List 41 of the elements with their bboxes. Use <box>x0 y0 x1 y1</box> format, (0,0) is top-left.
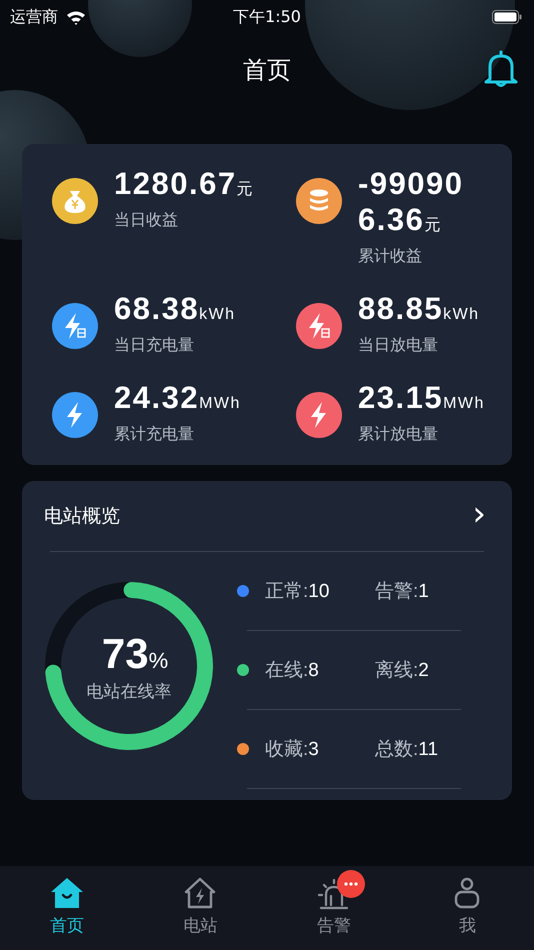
coin-stack-icon <box>296 178 342 224</box>
stat-count: 总数:11 <box>375 738 438 762</box>
stat-count: 收藏:3 <box>264 738 320 762</box>
house-lightning-icon <box>183 876 218 910</box>
stat-value: 23.15 MWh <box>358 380 486 417</box>
stat-label: 累计收益 <box>358 246 423 267</box>
siren-icon <box>316 876 351 910</box>
bell-icon[interactable] <box>484 50 518 88</box>
stat-value: 68.38kWh <box>114 291 237 328</box>
clock-time: 下午1:50 <box>233 6 301 28</box>
stat-label: 累计放电量 <box>358 424 439 445</box>
money-bag-icon <box>52 178 98 224</box>
stat-value: 88.85kWh <box>358 291 481 328</box>
tab-item[interactable]: 告警 <box>267 866 400 950</box>
rate-value: 73% <box>100 630 168 678</box>
stat-label: 当日收益 <box>114 210 179 231</box>
house-icon <box>50 876 84 910</box>
chevron-icon[interactable]: › <box>472 499 486 533</box>
lightning-icon <box>52 303 98 349</box>
tab-item[interactable]: 我 <box>400 866 534 950</box>
tab-item[interactable]: 首页 <box>0 866 134 950</box>
stat-label: 当日放电量 <box>358 335 439 356</box>
carrier-name: 运营商 <box>10 6 58 28</box>
lightning-icon <box>296 392 342 438</box>
stat-value: -990906.36元 <box>358 166 465 239</box>
stat-count: 正常:10 <box>264 580 330 604</box>
stat-label: 累计充电量 <box>114 424 195 445</box>
stat-value: 1280.67元 <box>114 166 256 203</box>
lightning-icon <box>52 392 98 438</box>
wifi-icon <box>66 10 86 24</box>
rate-label: 电站在线率 <box>86 680 172 702</box>
stat-count: 在线:8 <box>264 659 320 683</box>
stat-value: 24.32 MWh <box>114 380 242 417</box>
stat-label: 当日充电量 <box>114 335 195 356</box>
lightning-icon <box>296 303 342 349</box>
stat-count: 离线:2 <box>375 659 429 683</box>
battery-icon <box>492 10 522 24</box>
tab-item[interactable]: 电站 <box>134 866 267 950</box>
page-title: 首页 <box>243 55 291 86</box>
stat-count: 告警:1 <box>375 580 429 604</box>
section-title: 电站概览 <box>44 505 120 529</box>
